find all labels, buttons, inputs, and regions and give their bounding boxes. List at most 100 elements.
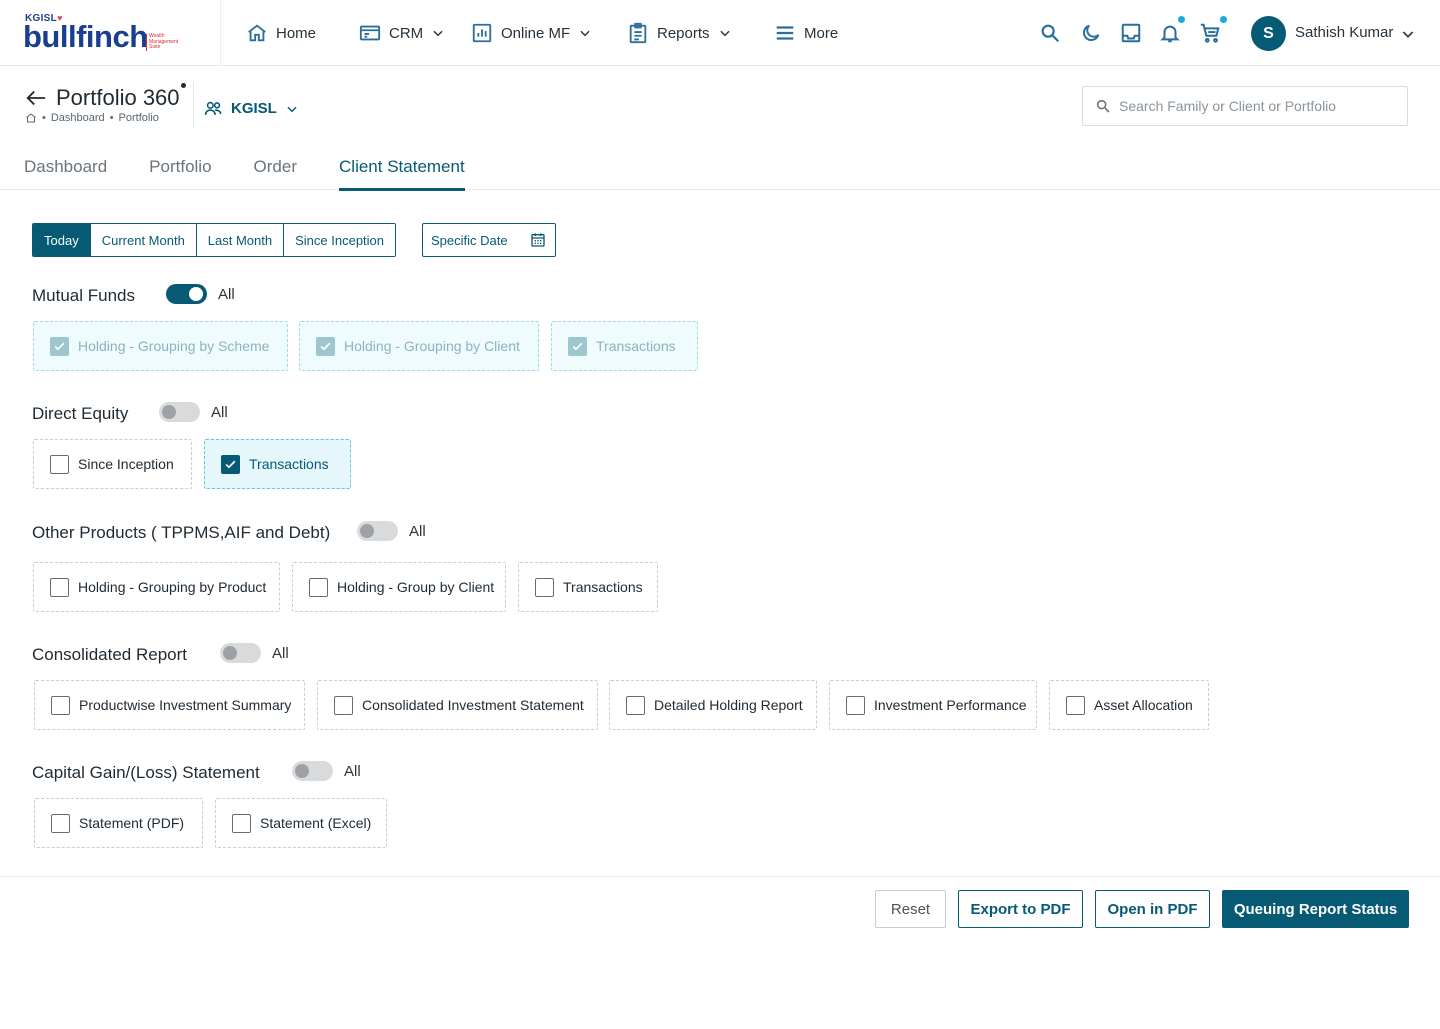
- checkbox[interactable]: [50, 454, 69, 474]
- checkbox[interactable]: [50, 577, 69, 597]
- users-icon: [204, 101, 222, 115]
- option-cr-detailed-holding[interactable]: Detailed Holding Report: [609, 680, 817, 730]
- tab-client-statement[interactable]: Client Statement: [339, 157, 465, 191]
- period-today[interactable]: Today: [33, 224, 91, 256]
- chevron-down-icon: [433, 30, 443, 37]
- checkbox[interactable]: [1066, 695, 1085, 715]
- option-de-transactions[interactable]: Transactions: [204, 439, 351, 489]
- option-op-holding-product[interactable]: Holding - Grouping by Product: [33, 562, 280, 612]
- top-bar: KGISL♥ bullfinch Wealth Management Suite…: [0, 0, 1440, 66]
- period-since-inception[interactable]: Since Inception: [284, 224, 396, 256]
- option-mf-holding-scheme[interactable]: Holding - Grouping by Scheme: [33, 321, 288, 371]
- notification-dot: [1178, 16, 1185, 23]
- option-cg-statement-pdf[interactable]: Statement (PDF): [34, 798, 203, 848]
- checkbox[interactable]: [232, 813, 251, 833]
- search-icon: [1096, 99, 1110, 113]
- calendar-icon: [531, 233, 545, 247]
- section-title-capital-gain: Capital Gain/(Loss) Statement: [32, 763, 260, 782]
- chevron-down-icon: [719, 30, 730, 37]
- open-pdf-button[interactable]: Open in PDF: [1095, 890, 1210, 928]
- option-label: Transactions: [596, 338, 676, 354]
- reset-button[interactable]: Reset: [875, 890, 946, 928]
- nav-reports-label: Reports: [657, 24, 710, 42]
- period-last-month[interactable]: Last Month: [196, 224, 285, 256]
- option-label: Asset Allocation: [1094, 697, 1193, 713]
- toggle-other-products[interactable]: [357, 521, 398, 541]
- logo-tagline: Wealth Management Suite: [146, 33, 186, 51]
- tab-order[interactable]: Order: [254, 157, 297, 190]
- nav-online-mf-label: Online MF: [501, 24, 571, 42]
- section-title-direct-equity: Direct Equity: [32, 404, 129, 423]
- option-cr-productwise-summary[interactable]: Productwise Investment Summary: [34, 680, 305, 730]
- option-label: Consolidated Investment Statement: [362, 697, 584, 713]
- checkbox[interactable]: [568, 336, 587, 356]
- toggle-direct-equity[interactable]: [159, 402, 200, 422]
- period-selector: Today Current Month Last Month Since Inc…: [32, 223, 397, 257]
- tab-portfolio[interactable]: Portfolio: [149, 157, 211, 190]
- avatar[interactable]: S: [1251, 16, 1286, 51]
- option-cr-consolidated-statement[interactable]: Consolidated Investment Statement: [317, 680, 598, 730]
- option-op-holding-client[interactable]: Holding - Group by Client: [292, 562, 506, 612]
- option-mf-holding-client[interactable]: Holding - Grouping by Client: [299, 321, 539, 371]
- nav-reports[interactable]: Reports: [627, 0, 732, 66]
- page-header: Portfolio 360 • Dashboard • Portfolio KGIS…: [0, 66, 1440, 191]
- breadcrumb-dashboard[interactable]: Dashboard: [51, 112, 105, 124]
- option-label: Detailed Holding Report: [654, 697, 803, 713]
- option-cg-statement-excel[interactable]: Statement (Excel): [215, 798, 387, 848]
- option-label: Holding - Group by Client: [337, 579, 495, 595]
- home-icon[interactable]: [25, 112, 37, 124]
- toggle-capital-gain[interactable]: [292, 761, 333, 781]
- nav-more[interactable]: More: [774, 0, 838, 66]
- nav-online-mf[interactable]: Online MF: [471, 0, 592, 66]
- user-name[interactable]: Sathish Kumar: [1295, 24, 1393, 41]
- checkbox[interactable]: [334, 695, 353, 715]
- toggle-mutual-funds[interactable]: [166, 284, 207, 304]
- option-label: Statement (PDF): [79, 815, 185, 831]
- inbox-icon[interactable]: [1120, 22, 1142, 44]
- option-cr-asset-allocation[interactable]: Asset Allocation: [1049, 680, 1209, 730]
- brand-logo[interactable]: KGISL♥ bullfinch Wealth Management Suite: [0, 0, 221, 66]
- queuing-report-status-button[interactable]: Queuing Report Status: [1222, 890, 1409, 928]
- nav-more-label: More: [804, 24, 839, 42]
- checkbox[interactable]: [51, 695, 70, 715]
- section-title-consolidated-report: Consolidated Report: [32, 645, 187, 664]
- option-op-transactions[interactable]: Transactions: [518, 562, 658, 612]
- title-dot: [181, 83, 186, 88]
- checkbox[interactable]: [316, 336, 335, 356]
- nav-home[interactable]: Home: [246, 0, 316, 66]
- toggle-consolidated-report[interactable]: [220, 643, 261, 663]
- breadcrumb-portfolio[interactable]: Portfolio: [119, 112, 159, 124]
- checkbox[interactable]: [535, 577, 554, 597]
- bell-icon[interactable]: [1159, 22, 1181, 44]
- option-de-since-inception[interactable]: Since Inception: [33, 439, 192, 489]
- search-input[interactable]: [1119, 98, 1389, 114]
- logo-name: bullfinch: [23, 19, 148, 54]
- chart-icon: [472, 23, 492, 43]
- toggle-label-all: All: [272, 645, 289, 662]
- checkbox[interactable]: [309, 577, 328, 597]
- checkbox[interactable]: [50, 336, 69, 356]
- option-cr-investment-performance[interactable]: Investment Performance: [829, 680, 1037, 730]
- chevron-down-icon: [287, 106, 297, 112]
- cart-dot: [1220, 16, 1227, 23]
- option-mf-transactions[interactable]: Transactions: [551, 321, 698, 371]
- nav-crm-label: CRM: [389, 24, 424, 42]
- moon-icon[interactable]: [1080, 22, 1102, 44]
- search-icon[interactable]: [1039, 22, 1061, 44]
- checkbox[interactable]: [51, 813, 70, 833]
- period-current-month[interactable]: Current Month: [90, 224, 197, 256]
- global-search: [1082, 86, 1408, 126]
- back-arrow-icon[interactable]: [24, 87, 48, 109]
- specific-date-button[interactable]: Specific Date: [422, 223, 556, 257]
- cart-icon[interactable]: [1199, 22, 1221, 44]
- nav-crm[interactable]: CRM: [359, 0, 445, 66]
- entity-selector[interactable]: KGISL: [204, 99, 299, 118]
- chevron-down-icon[interactable]: [1400, 26, 1416, 42]
- export-pdf-button[interactable]: Export to PDF: [958, 890, 1083, 928]
- menu-icon: [776, 26, 794, 40]
- page-title: Portfolio 360: [56, 85, 180, 110]
- checkbox[interactable]: [626, 695, 645, 715]
- tab-dashboard[interactable]: Dashboard: [24, 157, 107, 190]
- checkbox[interactable]: [221, 454, 240, 474]
- checkbox[interactable]: [846, 695, 865, 715]
